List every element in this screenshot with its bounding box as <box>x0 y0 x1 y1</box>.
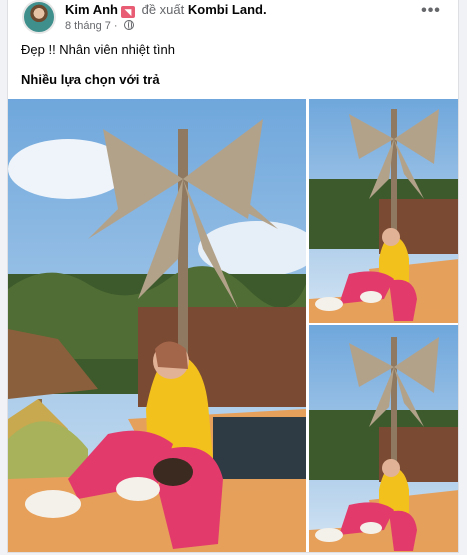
photo-top-right[interactable] <box>309 99 458 323</box>
photo-top-right-image <box>309 99 458 323</box>
recommend-text: đề xuất <box>141 2 185 17</box>
photo-main[interactable] <box>8 99 306 552</box>
photo-main-image <box>8 99 306 552</box>
photo-bottom-right-image <box>309 325 458 552</box>
photo-bottom-right[interactable] <box>309 325 458 552</box>
post-header: Kim Anh ◥ đề xuất Kombi Land. 8 tháng 7 ·… <box>8 0 458 38</box>
author-line: Kim Anh ◥ đề xuất Kombi Land. <box>65 2 267 18</box>
author-avatar[interactable] <box>22 0 56 34</box>
post-text-line-2: Nhiều lựa chọn với trả <box>21 72 160 87</box>
page-name-link[interactable]: Kombi Land. <box>188 2 267 17</box>
date-separator: · <box>110 20 121 32</box>
post-date[interactable]: 8 tháng 7 <box>65 20 111 32</box>
author-name[interactable]: Kim Anh <box>65 2 118 17</box>
post-text: Đẹp !! Nhân viên nhiệt tình Nhiều lựa ch… <box>21 42 441 88</box>
post-card: Kim Anh ◥ đề xuất Kombi Land. 8 tháng 7 ·… <box>7 0 459 553</box>
post-meta: 8 tháng 7 · <box>65 19 134 33</box>
more-options-icon[interactable]: ••• <box>420 3 442 20</box>
post-text-line-1: Đẹp !! Nhân viên nhiệt tình <box>21 42 175 57</box>
globe-icon <box>123 20 134 30</box>
flag-badge-icon: ◥ <box>120 6 135 18</box>
